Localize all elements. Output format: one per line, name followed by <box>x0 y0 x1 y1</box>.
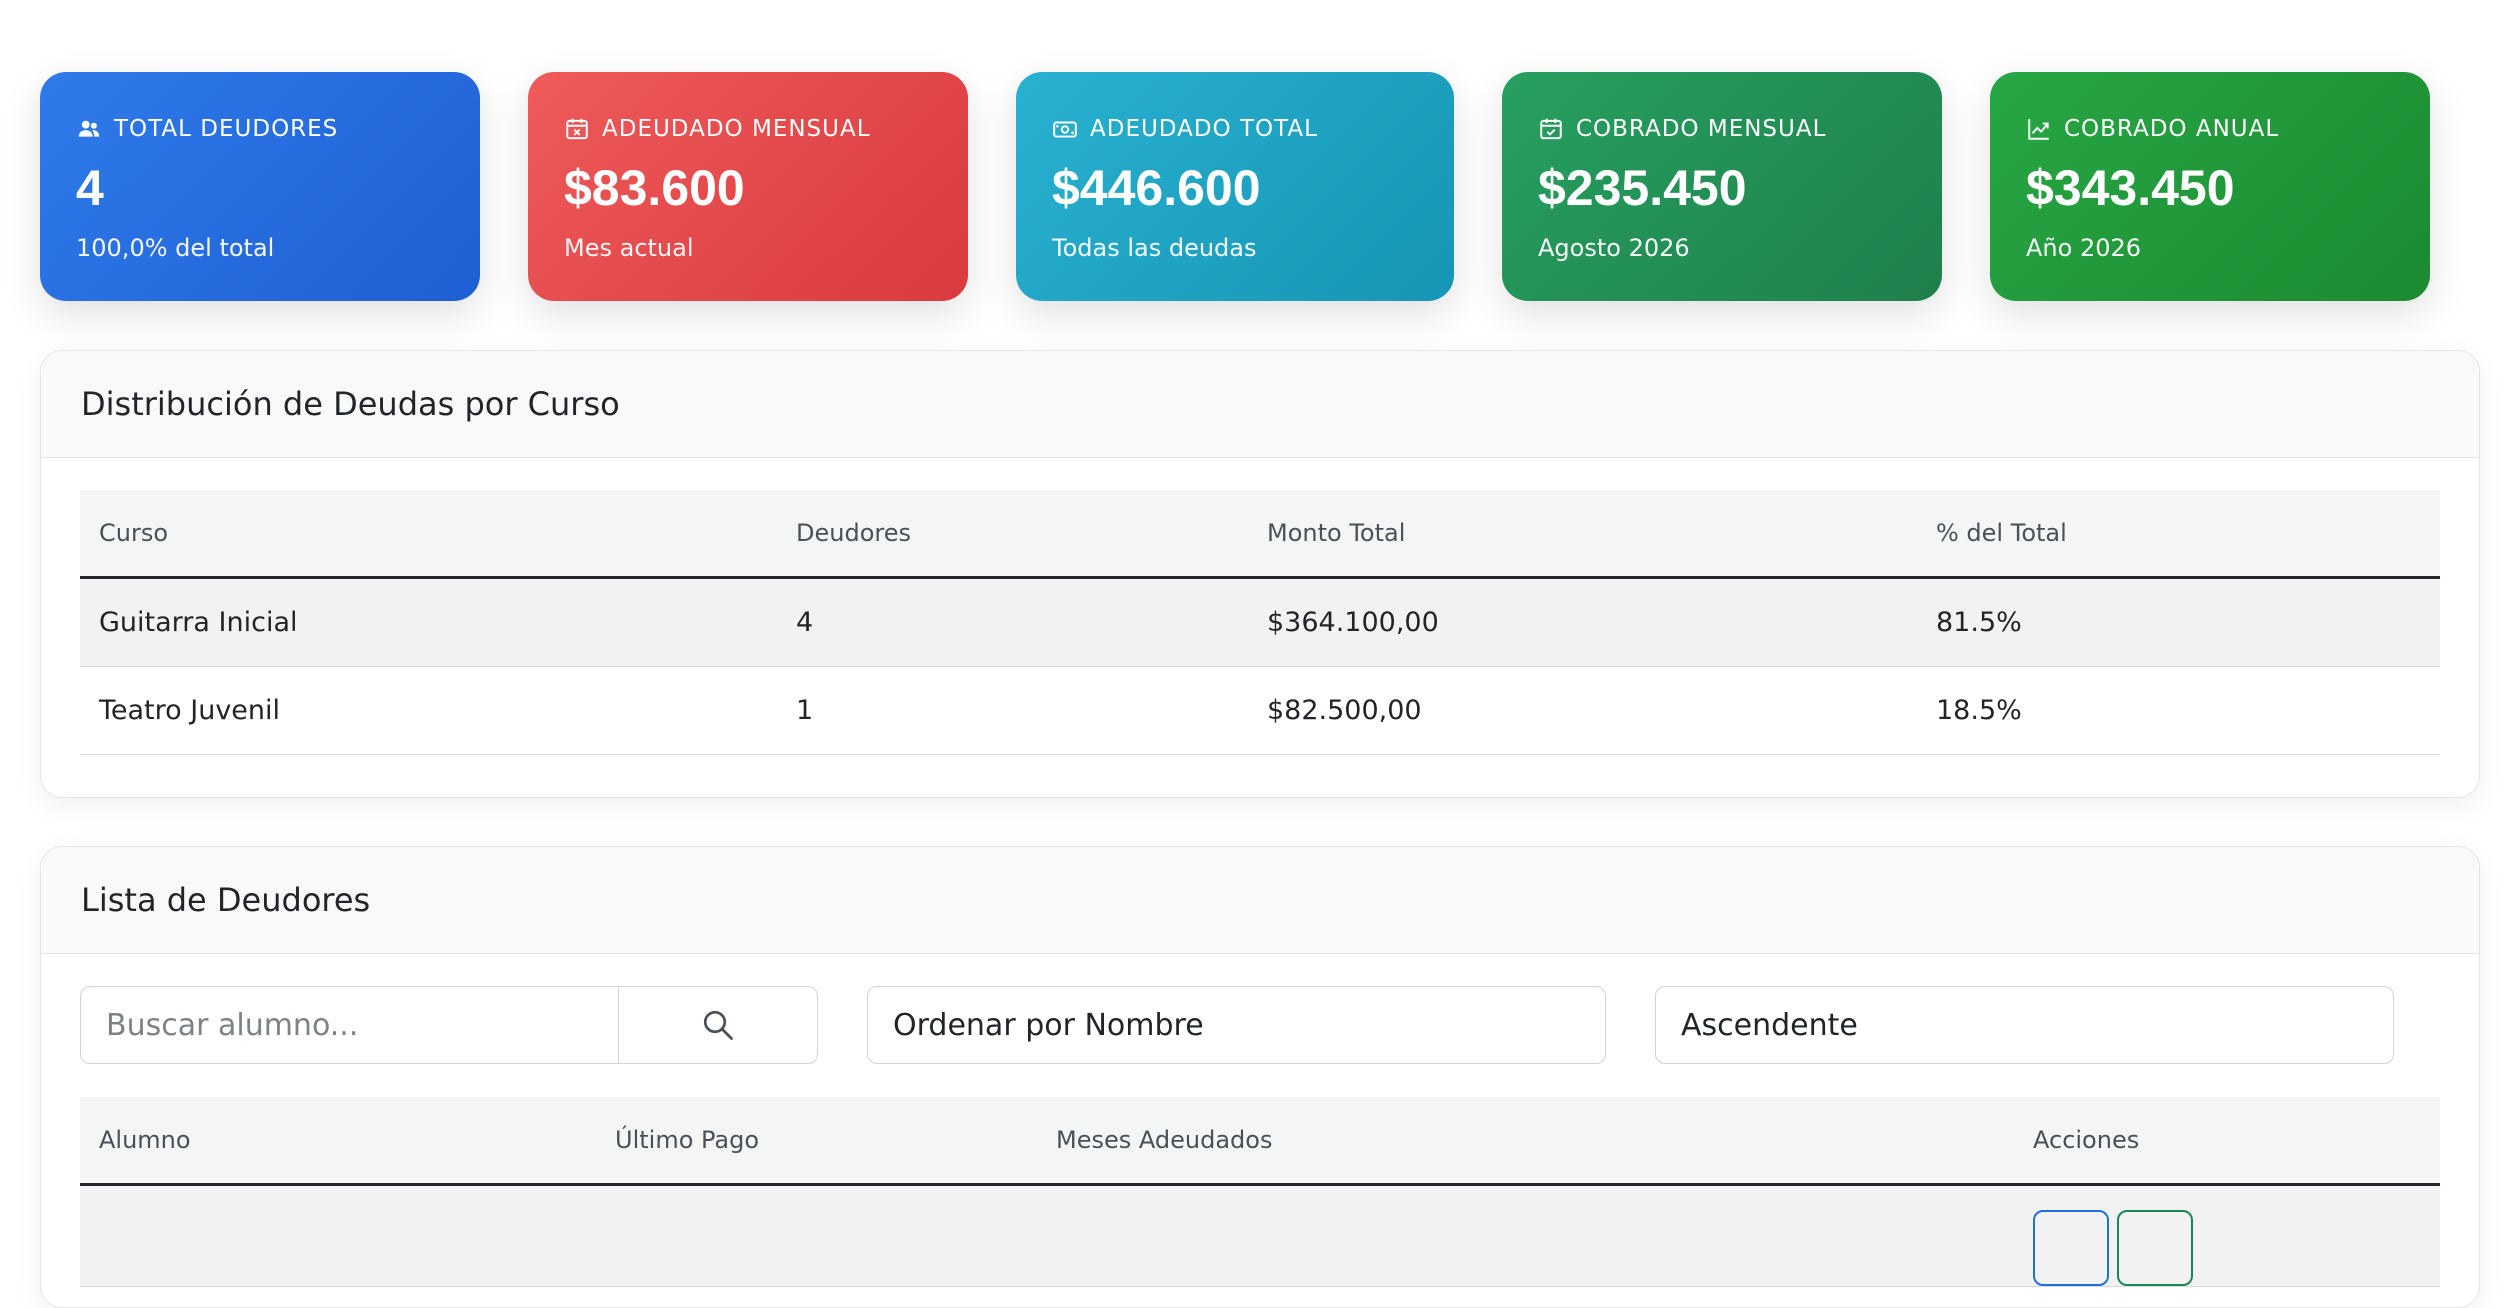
search-input[interactable] <box>80 986 619 1064</box>
stat-title: COBRADO ANUAL <box>2064 116 2280 142</box>
stat-value: $83.600 <box>564 160 745 216</box>
stat-subtitle: Año 2026 <box>2026 234 2142 262</box>
stat-card-monthly-collected: COBRADO MENSUAL $235.450 Agosto 2026 <box>1502 72 1942 301</box>
amount-cell: $82.500,00 <box>1248 666 1917 755</box>
percent-cell: 18.5% <box>1917 666 2440 755</box>
filters-bar: Ordenar por Nombre Ascendente <box>80 986 2440 1064</box>
debtors-table: Alumno Último Pago Meses Adeudados Accio… <box>80 1097 2440 1287</box>
debtors-cell: 4 <box>777 577 1248 667</box>
table-header-row: Alumno Último Pago Meses Adeudados Accio… <box>80 1097 2440 1186</box>
debtors-panel: Lista de Deudores Ordenar por Nombre Asc… <box>40 846 2480 1308</box>
column-header: Último Pago <box>596 1097 1037 1186</box>
sort-by-select[interactable]: Ordenar por Nombre <box>867 986 1606 1064</box>
course-cell: Teatro Juvenil <box>80 666 777 755</box>
stat-subtitle: 100,0% del total <box>76 234 275 262</box>
column-header: Acciones <box>2014 1097 2440 1186</box>
distribution-panel: Distribución de Deudas por Curso Curso D… <box>40 350 2480 798</box>
months-owed-cell <box>1037 1184 2014 1287</box>
stat-card-monthly-owed: ADEUDADO MENSUAL $83.600 Mes actual <box>528 72 968 301</box>
stat-card-yearly-collected: COBRADO ANUAL $343.450 Año 2026 <box>1990 72 2430 301</box>
calendar-x-icon <box>566 118 588 140</box>
stat-card-total-owed: ADEUDADO TOTAL $446.600 Todas las deudas <box>1016 72 1454 301</box>
sort-order-value: Ascendente <box>1681 1007 1858 1043</box>
payment-button[interactable] <box>2117 1210 2193 1286</box>
calendar-check-icon <box>1540 118 1562 140</box>
column-header: Alumno <box>80 1097 596 1186</box>
stat-title: ADEUDADO MENSUAL <box>602 116 871 142</box>
stat-value: $446.600 <box>1052 160 1261 216</box>
stats-row: TOTAL DEUDORES 4 100,0% del total ADEUDA… <box>40 72 2480 301</box>
stat-subtitle: Mes actual <box>564 234 694 262</box>
column-header: Meses Adeudados <box>1037 1097 2014 1186</box>
student-cell <box>80 1184 596 1287</box>
cash-icon <box>1053 121 1077 138</box>
table-row <box>80 1184 2440 1287</box>
table-row: Guitarra Inicial 4 $364.100,00 81.5% <box>80 577 2440 667</box>
stat-title: COBRADO MENSUAL <box>1576 116 1827 142</box>
panel-title: Lista de Deudores <box>41 847 2479 954</box>
column-header: Deudores <box>777 490 1248 579</box>
stat-card-header: ADEUDADO TOTAL <box>1052 114 1418 144</box>
column-header: % del Total <box>1917 490 2440 579</box>
stat-card-header: COBRADO ANUAL <box>2026 114 2394 144</box>
sort-order-select[interactable]: Ascendente <box>1655 986 2394 1064</box>
view-button[interactable] <box>2033 1210 2109 1286</box>
chart-line-icon <box>2028 119 2049 140</box>
distribution-table: Curso Deudores Monto Total % del Total G… <box>80 490 2440 755</box>
column-header: Curso <box>80 490 777 579</box>
stat-card-header: TOTAL DEUDORES <box>76 114 444 144</box>
table-header-row: Curso Deudores Monto Total % del Total <box>80 490 2440 579</box>
stat-card-header: COBRADO MENSUAL <box>1538 114 1906 144</box>
stat-card-total-debtors: TOTAL DEUDORES 4 100,0% del total <box>40 72 480 301</box>
stat-value: $343.450 <box>2026 160 2235 216</box>
course-cell: Guitarra Inicial <box>80 577 777 667</box>
stat-subtitle: Agosto 2026 <box>1538 234 1690 262</box>
column-header: Monto Total <box>1248 490 1917 579</box>
stat-title: TOTAL DEUDORES <box>114 116 339 142</box>
sort-by-value: Ordenar por Nombre <box>893 1007 1204 1043</box>
stat-subtitle: Todas las deudas <box>1052 234 1257 262</box>
debtors-cell: 1 <box>777 666 1248 755</box>
stat-card-header: ADEUDADO MENSUAL <box>564 114 932 144</box>
search-icon <box>703 1010 733 1040</box>
stat-title: ADEUDADO TOTAL <box>1090 116 1318 142</box>
stat-value: 4 <box>76 160 104 216</box>
table-row: Teatro Juvenil 1 $82.500,00 18.5% <box>80 666 2440 755</box>
last-payment-cell <box>596 1184 1037 1287</box>
panel-title: Distribución de Deudas por Curso <box>41 351 2479 458</box>
stat-value: $235.450 <box>1538 160 1747 216</box>
users-icon <box>78 120 100 137</box>
actions-cell <box>2014 1184 2440 1287</box>
search-button[interactable] <box>619 986 818 1064</box>
percent-cell: 81.5% <box>1917 577 2440 667</box>
amount-cell: $364.100,00 <box>1248 577 1917 667</box>
